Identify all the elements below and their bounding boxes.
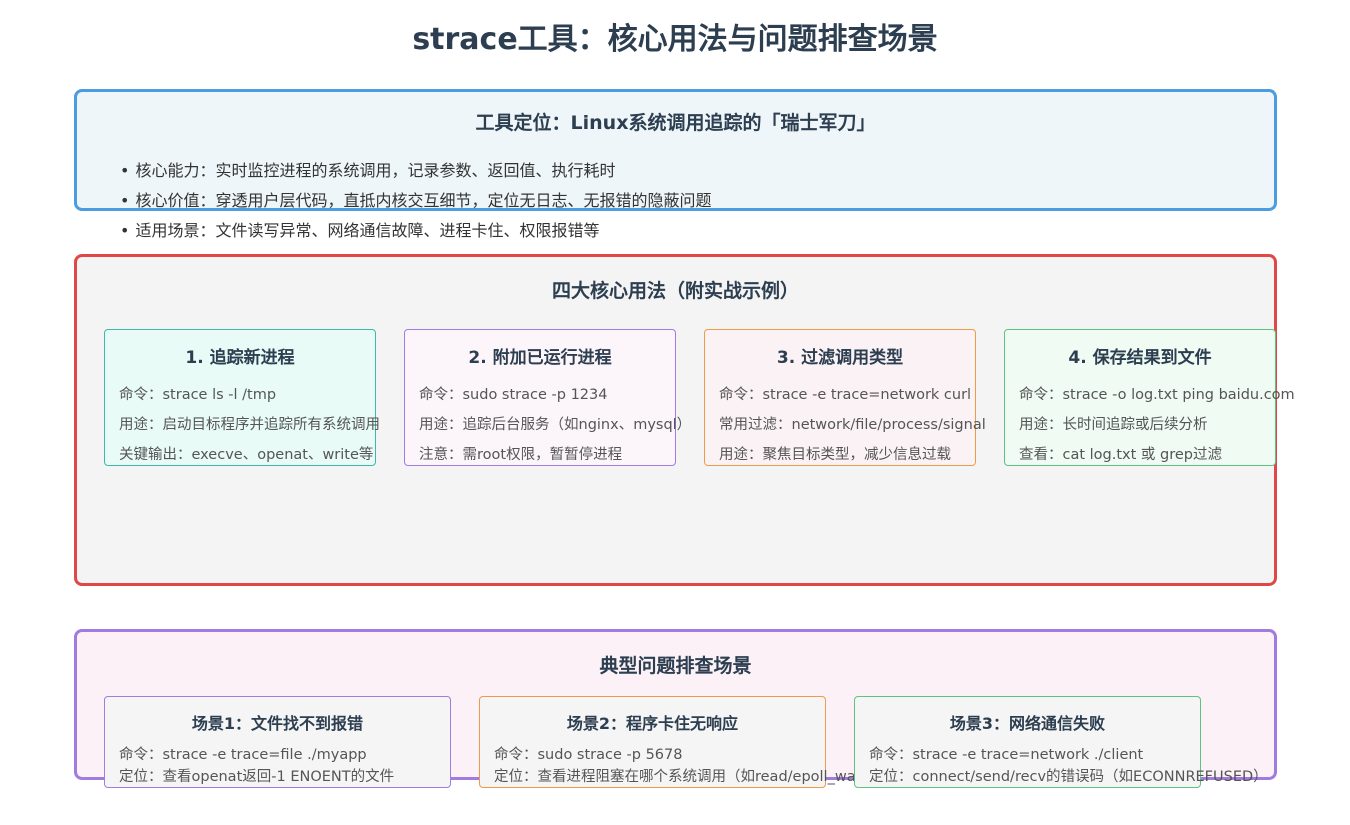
intro-bullet: • 适用场景：文件读写异常、网络通信故障、进程卡住、权限报错等: [120, 216, 711, 246]
page-title: strace工具：核心用法与问题排查场景: [412, 22, 938, 57]
usage-card-line: 常用过滤：network/file/process/signal: [719, 417, 986, 433]
bullet-dot-icon: •: [120, 191, 130, 210]
usage-card-line: 命令：strace -o log.txt ping baidu.com: [1019, 387, 1295, 403]
usage-card-title: 4. 保存结果到文件: [1068, 348, 1212, 368]
usage-card-line: 关键输出：execve、openat、write等: [119, 447, 374, 463]
intro-bullet-list: • 核心能力：实时监控进程的系统调用，记录参数、返回值、执行耗时 • 核心价值：穿透…: [120, 156, 711, 246]
scenario-card-file-not-found: 场景1：文件找不到报错 命令：strace -e trace=file ./my…: [104, 696, 451, 788]
scenario-card-line: 命令：strace -e trace=file ./myapp: [119, 747, 367, 763]
scenario-card-process-hang: 场景2：程序卡住无响应 命令：sudo strace -p 5678 定位：查看…: [479, 696, 880, 788]
usage-card-line: 命令：sudo strace -p 1234: [419, 387, 608, 403]
scenario-card-line: 定位：查看进程阻塞在哪个系统调用（如read/epoll_wait）: [494, 769, 880, 785]
scenario-card-title: 场景3：网络通信失败: [949, 714, 1106, 733]
intro-title: 工具定位：Linux系统调用追踪的「瑞士军刀」: [475, 112, 876, 134]
usage-card-line: 用途：长时间追踪或后续分析: [1019, 417, 1208, 433]
page: strace工具：核心用法与问题排查场景 工具定位：Linux系统调用追踪的「瑞…: [0, 0, 1350, 825]
usage-card-filter-calls: 3. 过滤调用类型 命令：strace -e trace=network cur…: [704, 329, 986, 466]
usage-card-line: 用途：追踪后台服务（如nginx、mysql）: [419, 417, 692, 433]
usage-card-title: 2. 附加已运行进程: [468, 348, 612, 368]
usage-card-attach-process: 2. 附加已运行进程 命令：sudo strace -p 1234 用途：追踪后…: [404, 329, 691, 466]
usage-title: 四大核心用法（附实战示例）: [551, 280, 799, 302]
scenario-card-title: 场景1：文件找不到报错: [191, 714, 364, 733]
usage-card-title: 1. 追踪新进程: [185, 348, 295, 368]
scenario-card-title: 场景2：程序卡住无响应: [566, 714, 739, 733]
bullet-dot-icon: •: [120, 221, 130, 240]
usage-card-line: 用途：启动目标程序并追踪所有系统调用: [119, 417, 380, 433]
intro-bullet-text: 适用场景：文件读写异常、网络通信故障、进程卡住、权限报错等: [135, 221, 600, 240]
scenario-card-line: 定位：查看openat返回-1 ENOENT的文件: [119, 769, 395, 785]
scenarios-title: 典型问题排查场景: [599, 655, 752, 677]
scenario-card-network-failure: 场景3：网络通信失败 命令：strace -e trace=network ./…: [854, 696, 1268, 788]
scenario-card-line: 定位：connect/send/recv的错误码（如ECONNREFUSED）: [869, 769, 1268, 785]
usage-card-line: 注意：需root权限，暂暂停进程: [419, 447, 623, 463]
intro-bullet-text: 核心价值：穿透用户层代码，直抵内核交互细节，定位无日志、无报错的隐蔽问题: [135, 191, 712, 210]
scenario-card-line: 命令：sudo strace -p 5678: [494, 747, 683, 763]
intro-bullet-text: 核心能力：实时监控进程的系统调用，记录参数、返回值、执行耗时: [135, 161, 616, 180]
usage-card-new-process: 1. 追踪新进程 命令：strace ls -l /tmp 用途：启动目标程序并…: [104, 329, 380, 466]
usage-card-line: 查看：cat log.txt 或 grep过滤: [1019, 447, 1223, 463]
usage-card-save-output: 4. 保存结果到文件 命令：strace -o log.txt ping bai…: [1004, 329, 1295, 466]
bullet-dot-icon: •: [120, 161, 130, 180]
intro-bullet: • 核心价值：穿透用户层代码，直抵内核交互细节，定位无日志、无报错的隐蔽问题: [120, 186, 711, 216]
scenario-card-line: 命令：strace -e trace=network ./client: [869, 747, 1144, 763]
usage-card-line: 用途：聚焦目标类型，减少信息过载: [719, 447, 951, 463]
intro-bullet: • 核心能力：实时监控进程的系统调用，记录参数、返回值、执行耗时: [120, 156, 711, 186]
usage-card-title: 3. 过滤调用类型: [776, 348, 904, 368]
usage-card-line: 命令：strace ls -l /tmp: [119, 387, 277, 403]
usage-card-line: 命令：strace -e trace=network curl: [719, 387, 972, 403]
